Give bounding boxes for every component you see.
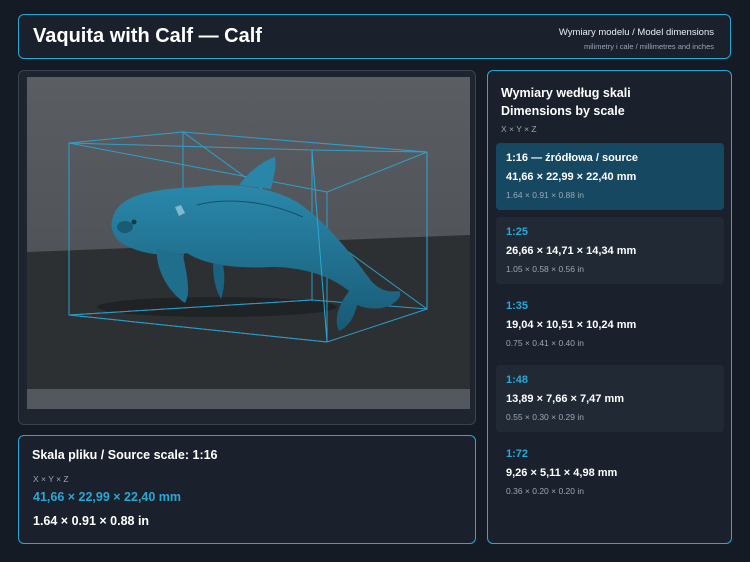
scale-dimensions-inches: 1.05 × 0.58 × 0.56 in <box>506 264 584 274</box>
scale-panel-title-pl: Wymiary według skali <box>501 86 631 100</box>
scale-label: 1:35 <box>506 300 529 312</box>
scale-dimensions-mm: 26,66 × 14,71 × 14,34 mm <box>506 245 637 257</box>
source-dimensions-inches: 1.64 × 0.91 × 0.88 in <box>33 514 150 528</box>
scale-dimensions-mm: 19,04 × 10,51 × 10,24 mm <box>506 319 637 331</box>
model-viewer-panel <box>18 70 476 425</box>
header-bar: Vaquita with Calf — Calf Wymiary modelu … <box>18 14 731 59</box>
scale-dimensions-inches: 1.64 × 0.91 × 0.88 in <box>506 190 584 200</box>
header-subtitle-units: milimetry i cale / millimetres and inche… <box>583 42 714 51</box>
scale-label: 1:16 — źródłowa / source <box>506 152 639 164</box>
scale-dimensions-mm: 13,89 × 7,66 × 7,47 mm <box>506 393 625 405</box>
scale-dimensions-inches: 0.75 × 0.41 × 0.40 in <box>506 338 584 348</box>
viewport-bottom-strip <box>27 389 470 409</box>
source-dimensions-mm: 41,66 × 22,99 × 22,40 mm <box>33 490 182 504</box>
scale-dimensions-mm: 41,66 × 22,99 × 22,40 mm <box>506 171 637 183</box>
page-title: Vaquita with Calf — Calf <box>33 25 262 47</box>
source-scale-card: Skala pliku / Source scale: 1:16 X × Y ×… <box>18 435 476 544</box>
scale-label: 1:25 <box>506 226 529 238</box>
source-scale-title: Skala pliku / Source scale: 1:16 <box>32 448 218 462</box>
scale-axes-label: X × Y × Z <box>501 124 537 134</box>
scale-label: 1:72 <box>506 448 529 460</box>
scale-row-1-35[interactable]: 1:35 19,04 × 10,51 × 10,24 mm 0.75 × 0.4… <box>496 291 724 358</box>
dimensions-by-scale-panel: Wymiary według skali Dimensions by scale… <box>487 70 732 544</box>
header-subtitle: Wymiary modelu / Model dimensions <box>558 27 714 38</box>
scale-dimensions-mm: 9,26 × 5,11 × 4,98 mm <box>506 467 618 479</box>
scale-row-1-72[interactable]: 1:72 9,26 × 5,11 × 4,98 mm 0.36 × 0.20 ×… <box>496 439 724 506</box>
model-viewport[interactable] <box>27 77 470 409</box>
scale-panel-title: Wymiary według skali Dimensions by scale <box>501 84 631 120</box>
scale-dimensions-inches: 0.36 × 0.20 × 0.20 in <box>506 486 584 496</box>
scale-row-1-16[interactable]: 1:16 — źródłowa / source 41,66 × 22,99 ×… <box>496 143 724 210</box>
model-shadow <box>97 297 337 317</box>
scale-row-1-48[interactable]: 1:48 13,89 × 7,66 × 7,47 mm 0.55 × 0.30 … <box>496 365 724 432</box>
scale-dimensions-inches: 0.55 × 0.30 × 0.29 in <box>506 412 584 422</box>
scale-row-1-25[interactable]: 1:25 26,66 × 14,71 × 14,34 mm 1.05 × 0.5… <box>496 217 724 284</box>
scale-label: 1:48 <box>506 374 529 386</box>
scale-panel-title-en: Dimensions by scale <box>501 104 625 118</box>
source-axes-label: X × Y × Z <box>33 474 69 484</box>
viewport-scene <box>27 77 470 409</box>
